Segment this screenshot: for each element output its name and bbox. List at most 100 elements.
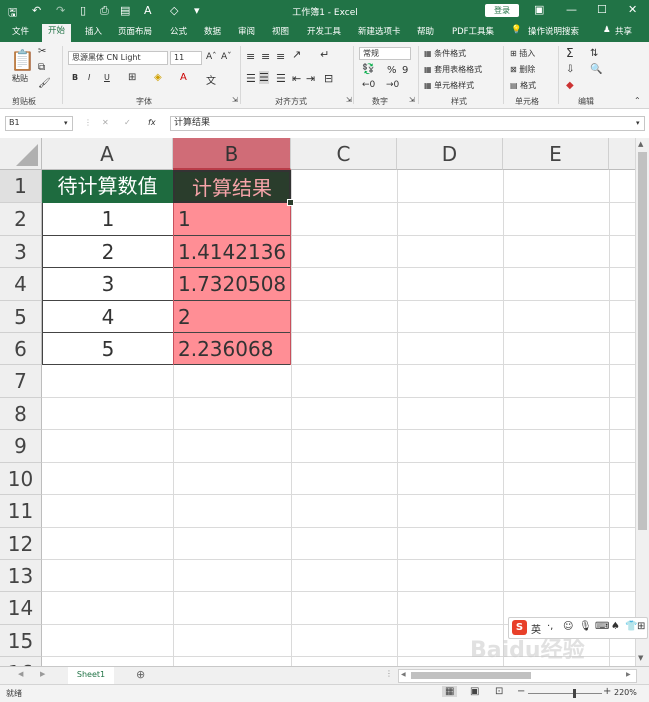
cell-a4[interactable]: 3 [42, 268, 173, 301]
cell-a5[interactable]: 4 [42, 301, 173, 333]
customize-icon[interactable]: ▾ [194, 4, 200, 17]
page-layout-view-icon[interactable]: ▣ [470, 686, 479, 697]
tab-help[interactable]: 帮助 [417, 25, 434, 37]
conditional-format-button[interactable]: ▦ 条件格式 [424, 48, 466, 59]
align-right-icon[interactable]: ☰ [276, 72, 286, 85]
cell-a6[interactable]: 5 [42, 333, 173, 365]
ime-language-label[interactable]: 英 [531, 621, 541, 636]
row-header[interactable]: 12 [0, 528, 42, 560]
confirm-entry-icon[interactable]: ✓ [124, 118, 131, 127]
align-center-icon[interactable]: ☰ [259, 71, 269, 84]
zoom-level[interactable]: 220% [614, 688, 637, 697]
orientation-icon[interactable]: ↗ [292, 48, 301, 61]
save-icon[interactable]: 🖫 [8, 4, 17, 23]
tab-view[interactable]: 视图 [272, 25, 289, 37]
format-painter-brush-icon[interactable]: 🖌 [38, 78, 51, 89]
close-icon[interactable]: ✕ [628, 3, 637, 16]
ime-toolbar[interactable]: S 英 ·, ☺ 🎙 ⌨ ♠ 👕 ⊞ [508, 617, 648, 639]
wrap-text-icon[interactable]: ↵ [320, 48, 329, 61]
tell-me-search[interactable]: 操作说明搜索 [528, 25, 579, 37]
normal-view-icon[interactable]: ▦ [442, 686, 458, 697]
cell-b1[interactable]: 计算结果 [173, 170, 291, 203]
cell-a2[interactable]: 1 [42, 203, 173, 236]
tab-data[interactable]: 数据 [204, 25, 221, 37]
column-header-b[interactable]: B [173, 138, 291, 170]
formula-input[interactable]: 计算结果 [170, 116, 645, 131]
underline-button[interactable]: U [104, 73, 110, 82]
row-header[interactable]: 6 [0, 333, 42, 365]
tab-review[interactable]: 审阅 [238, 25, 255, 37]
scroll-down-icon[interactable]: ▼ [638, 654, 643, 662]
increase-font-icon[interactable]: Aˆ [206, 52, 217, 62]
splitter-icon[interactable]: ⋮ [84, 118, 92, 127]
column-header-f[interactable] [609, 138, 635, 170]
row-header[interactable]: 7 [0, 365, 42, 398]
decrease-decimal-icon[interactable]: →0 [386, 80, 399, 90]
row-header[interactable]: 3 [0, 236, 42, 268]
cell-styles-button[interactable]: ▦ 单元格样式 [424, 80, 474, 91]
sort-filter-icon[interactable]: ⇅ [590, 48, 598, 59]
worksheet-grid[interactable]: A B C D E 12345678910111213141516 待计算数值 … [0, 138, 635, 666]
login-button[interactable]: 登录 [485, 4, 519, 17]
align-top-icon[interactable]: ≡ [246, 50, 255, 63]
copy-icon[interactable]: ⧉ [38, 62, 45, 73]
delete-button[interactable]: ⊠ 删除 [510, 64, 535, 75]
prev-sheet-icon[interactable]: ◀ [18, 670, 23, 678]
italic-button[interactable]: I [88, 73, 90, 82]
tab-file[interactable]: 文件 [12, 25, 29, 37]
format-painter-icon[interactable]: ▤ [120, 4, 130, 17]
tab-pdf-tools[interactable]: PDF工具集 [452, 25, 494, 37]
row-header[interactable]: 16 [0, 657, 42, 666]
zoom-slider-thumb[interactable] [573, 689, 576, 698]
comma-button[interactable]: 9 [402, 65, 408, 76]
currency-icon[interactable]: 💱 [362, 64, 374, 75]
font-color-a-icon[interactable]: A [180, 72, 187, 83]
scroll-up-icon[interactable]: ▲ [638, 140, 643, 148]
fill-handle[interactable] [287, 199, 294, 206]
cell-a3[interactable]: 2 [42, 236, 173, 268]
alignment-dialog-launcher-icon[interactable]: ⇲ [346, 96, 352, 104]
phonetic-icon[interactable]: 文 [206, 72, 216, 87]
format-button[interactable]: ▤ 格式 [510, 80, 536, 91]
scroll-left-icon[interactable]: ◀ [401, 671, 406, 678]
undo-icon[interactable]: ↶ [32, 4, 41, 17]
column-header-d[interactable]: D [397, 138, 503, 170]
vertical-scrollbar[interactable]: ▲ ▼ [635, 138, 649, 666]
number-format-select[interactable]: 常规 [359, 47, 411, 60]
grid-menu-icon[interactable]: ⊞ [637, 621, 645, 632]
bold-button[interactable]: B [72, 73, 78, 82]
punctuation-icon[interactable]: ·, [547, 621, 553, 632]
row-header[interactable]: 4 [0, 268, 42, 301]
maximize-icon[interactable]: ☐ [597, 3, 607, 16]
font-dialog-launcher-icon[interactable]: ⇲ [232, 96, 238, 104]
horizontal-scrollbar[interactable]: ◀ ▶ [398, 669, 637, 683]
row-header[interactable]: 9 [0, 430, 42, 463]
row-header[interactable]: 2 [0, 203, 42, 236]
tab-insert[interactable]: 插入 [85, 25, 102, 37]
row-header[interactable]: 13 [0, 560, 42, 592]
row-header[interactable]: 15 [0, 625, 42, 657]
tab-formulas[interactable]: 公式 [170, 25, 187, 37]
column-header-a[interactable]: A [42, 138, 173, 170]
font-size-select[interactable]: 11 [170, 51, 202, 65]
fill-bucket-icon[interactable]: ◈ [154, 72, 162, 83]
microphone-icon[interactable]: 🎙 [579, 621, 592, 632]
zoom-in-icon[interactable]: + [603, 686, 611, 697]
tab-home[interactable]: 开始 [42, 24, 72, 42]
row-header[interactable]: 5 [0, 301, 42, 333]
tab-new[interactable]: 新建选项卡 [358, 25, 401, 37]
new-icon[interactable]: ▯ [80, 4, 86, 17]
find-select-icon[interactable]: 🔍 [590, 64, 602, 75]
zoom-out-icon[interactable]: − [517, 686, 525, 697]
keyboard-icon[interactable]: ⌨ [595, 621, 609, 632]
column-header-c[interactable]: C [291, 138, 397, 170]
format-as-table-button[interactable]: ▦ 套用表格格式 [424, 64, 482, 75]
skin-icon[interactable]: ♠ [611, 621, 620, 632]
align-middle-icon[interactable]: ≡ [261, 50, 270, 63]
align-left-icon[interactable]: ☰ [246, 72, 256, 85]
number-dialog-launcher-icon[interactable]: ⇲ [409, 96, 415, 104]
font-color-icon[interactable]: A [144, 4, 152, 17]
emoji-icon[interactable]: ☺ [563, 621, 573, 632]
select-all-corner[interactable] [0, 138, 42, 170]
paste-icon[interactable]: 📋 [10, 48, 35, 72]
